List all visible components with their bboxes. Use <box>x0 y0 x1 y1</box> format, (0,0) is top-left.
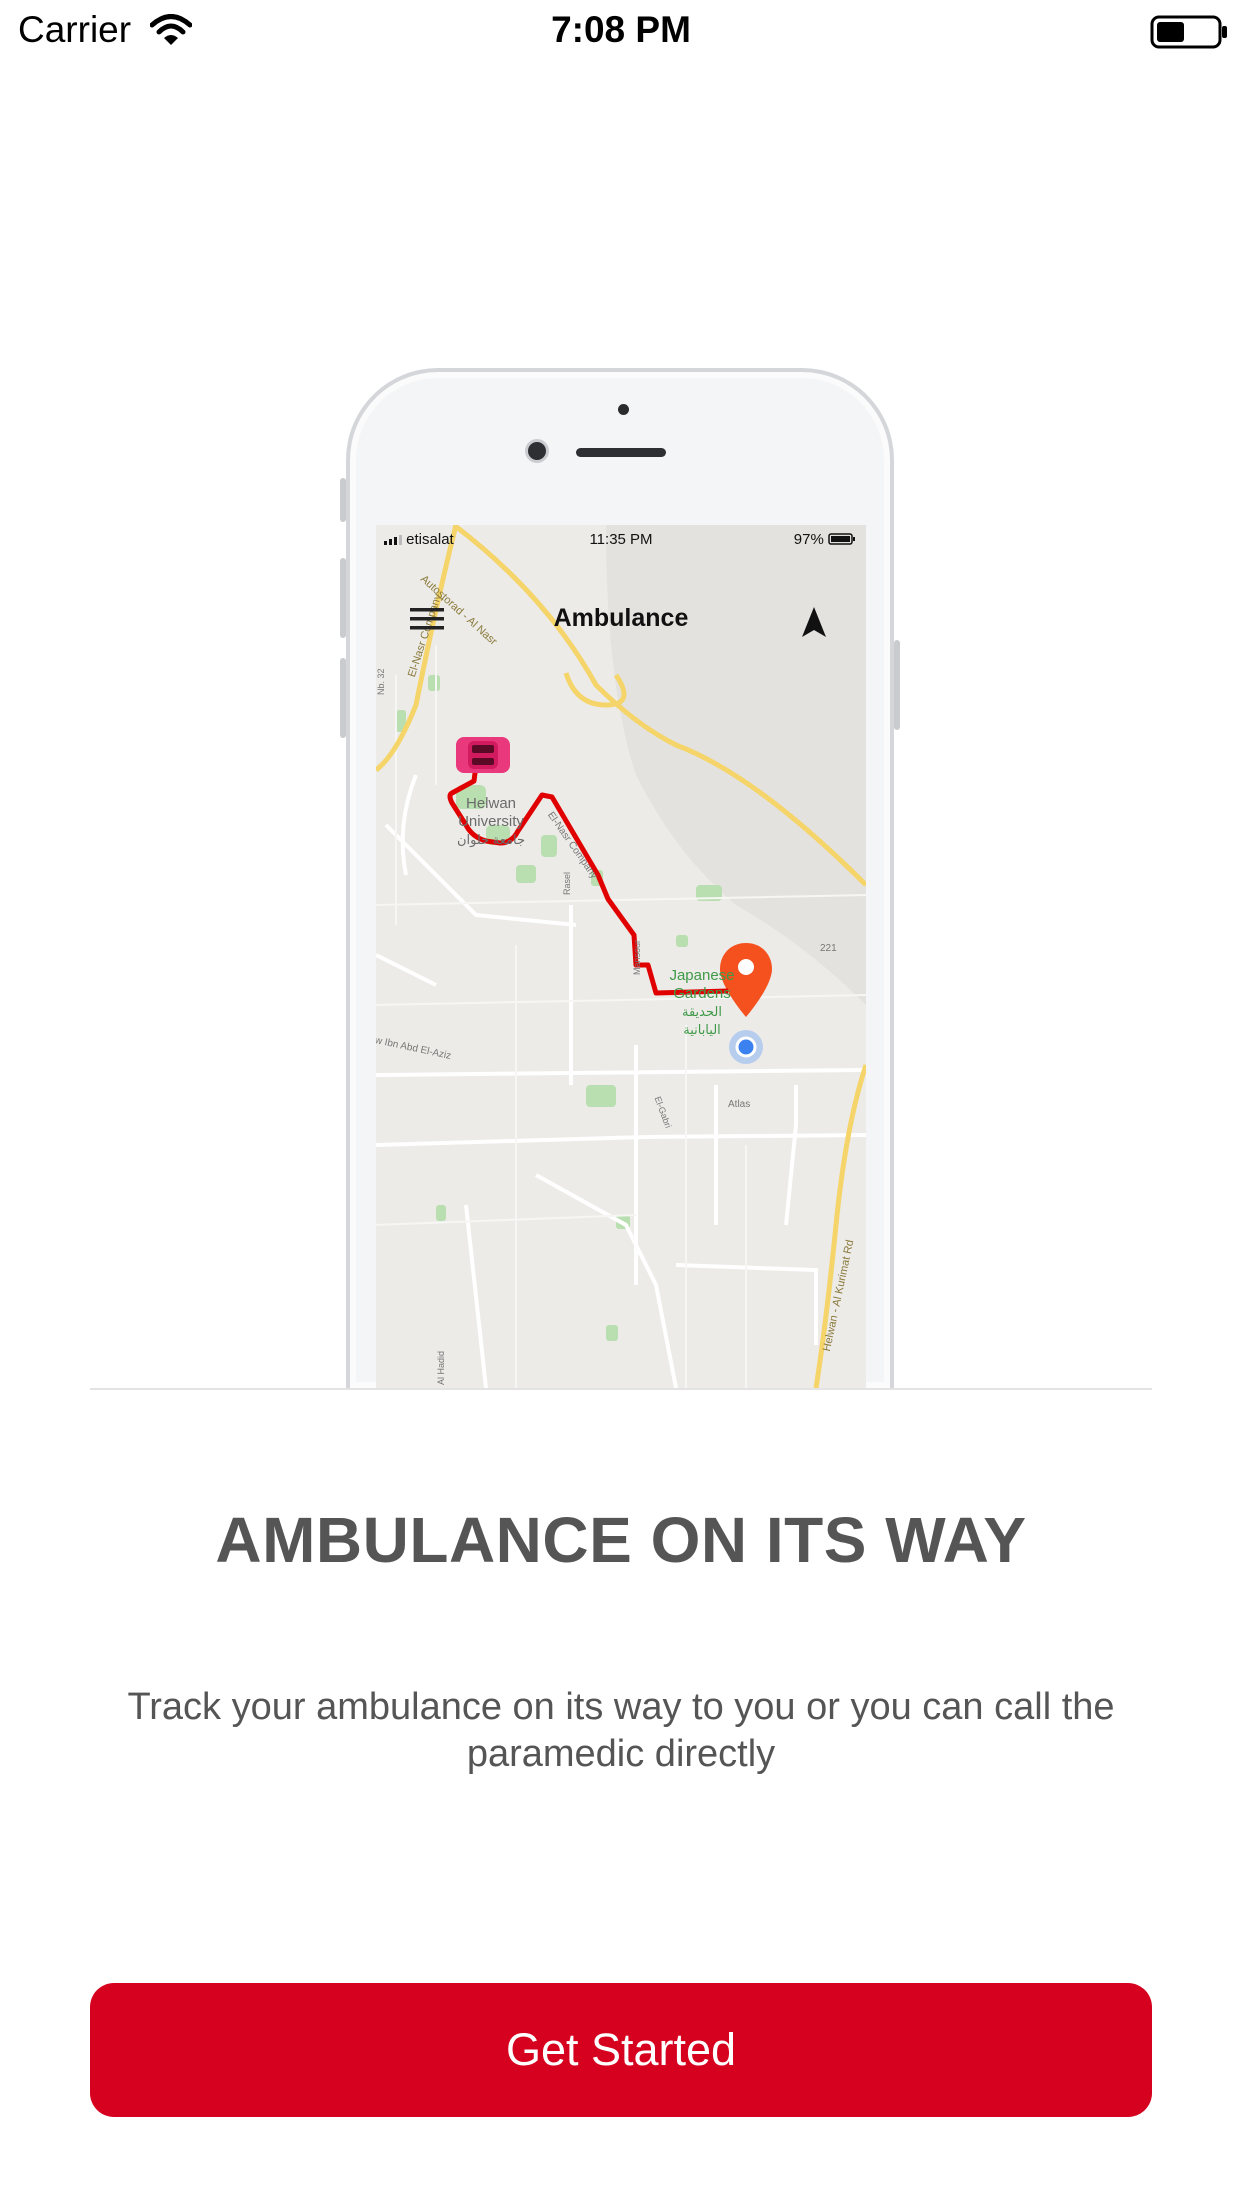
onboarding-description: Track your ambulance on its way to you o… <box>127 1686 1115 1775</box>
mockup-time: 11:35 PM <box>589 531 653 548</box>
status-time: 7:08 PM <box>551 9 691 50</box>
map-label-gardens-name: Gardens <box>673 985 731 1002</box>
map-road-label: Al Hadid <box>436 1350 446 1385</box>
map-road-label: Atlas <box>728 1099 751 1110</box>
battery-icon <box>1150 14 1230 55</box>
phone-side-button <box>894 640 900 730</box>
phone-side-button <box>340 558 346 638</box>
map-road-label: Mansour <box>632 939 642 975</box>
mockup-app-title: Ambulance <box>553 604 689 632</box>
map-label-gardens-arabic: الحديقة <box>682 1004 722 1019</box>
phone-speaker <box>576 448 666 457</box>
phone-side-button <box>340 478 346 522</box>
phone-side-button <box>340 658 346 738</box>
map-view <box>376 525 866 1388</box>
ambulance-icon <box>456 737 510 773</box>
phone-screen: Helwan University جامعة حلوان Japanese G… <box>376 525 866 1388</box>
mockup-battery-icon <box>828 533 855 545</box>
map-road-label: 221 <box>820 943 837 954</box>
mockup-battery: 97% <box>794 531 856 548</box>
divider <box>90 1388 1152 1390</box>
navigation-arrow-icon <box>800 605 828 644</box>
map-label-university-name: Helwan <box>465 795 517 812</box>
phone-sensor <box>618 404 629 415</box>
map-road-label: Nb. 32 <box>376 668 386 695</box>
mockup-battery-label: 97% <box>793 531 824 548</box>
onboarding-title: AMBULANCE ON ITS WAY <box>215 1504 1027 1576</box>
map-label-gardens-name: Japanese <box>669 967 735 984</box>
map-road-label: Rasel <box>562 871 572 895</box>
map-label-university-arabic: جامعة حلوان <box>456 832 526 847</box>
get-started-button[interactable]: Get Started <box>90 1983 1152 2117</box>
map-label: Helwan University جامعة حلوان <box>436 795 546 849</box>
map-label: Japanese Gardens الحديقة اليابانية <box>642 967 762 1039</box>
phone-camera <box>528 442 546 460</box>
map-label-university-name: University <box>458 813 524 830</box>
map-label-gardens-arabic: اليابانية <box>683 1022 721 1037</box>
status-bar: Carrier 7:08 PM <box>0 0 1242 62</box>
mockup-status-bar: etisalat 11:35 PM 97% <box>376 525 866 553</box>
